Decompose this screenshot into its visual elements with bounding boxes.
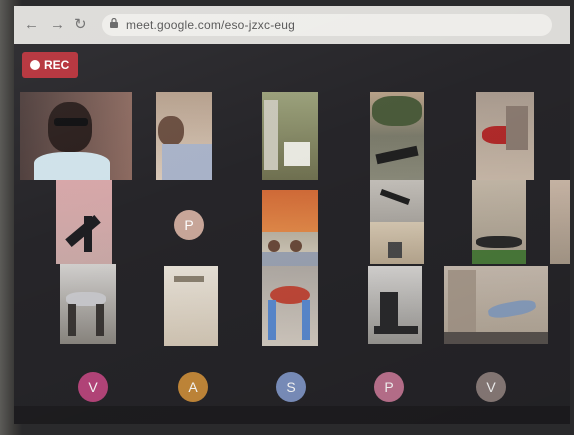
screen: ← → ↻ meet.google.com/eso-jzxc-eug REC P… bbox=[14, 6, 570, 424]
record-dot-icon bbox=[30, 60, 40, 70]
participant-video bbox=[476, 236, 522, 248]
record-label: REC bbox=[44, 58, 70, 72]
video-tile[interactable] bbox=[370, 180, 424, 222]
participant-video bbox=[302, 300, 310, 340]
participant-video bbox=[34, 152, 110, 180]
video-tile[interactable] bbox=[370, 222, 424, 264]
participant-avatar[interactable]: S bbox=[276, 372, 306, 402]
participant-video bbox=[380, 292, 398, 326]
lock-icon bbox=[110, 18, 118, 28]
participant-video bbox=[487, 297, 537, 321]
participant-video bbox=[472, 250, 526, 264]
participant-video bbox=[268, 240, 280, 252]
video-tile[interactable] bbox=[20, 92, 132, 180]
participant-video bbox=[268, 300, 276, 340]
participant-video bbox=[84, 216, 92, 252]
participant-video bbox=[375, 145, 419, 165]
participant-video bbox=[284, 142, 310, 166]
participant-video bbox=[444, 332, 548, 344]
video-tile[interactable] bbox=[262, 190, 318, 266]
browser-toolbar: ← → ↻ meet.google.com/eso-jzxc-eug bbox=[14, 6, 570, 44]
participant-video bbox=[65, 214, 101, 248]
arrow-right-icon[interactable]: → bbox=[50, 16, 65, 33]
video-tile[interactable] bbox=[472, 180, 526, 264]
video-tile[interactable] bbox=[60, 264, 116, 344]
participant-video bbox=[158, 116, 184, 146]
participant-video bbox=[162, 144, 212, 180]
participant-video bbox=[68, 304, 76, 336]
participant-avatar[interactable]: P bbox=[374, 372, 404, 402]
meet-stage: REC P V A S P V bbox=[14, 44, 570, 424]
participant-video bbox=[174, 276, 204, 282]
video-tile[interactable] bbox=[262, 266, 318, 346]
url-text[interactable]: meet.google.com/eso-jzxc-eug bbox=[126, 18, 295, 32]
video-tile[interactable] bbox=[156, 92, 212, 180]
video-tile[interactable] bbox=[370, 92, 424, 180]
participant-video bbox=[379, 189, 411, 205]
arrow-left-icon[interactable]: ← bbox=[24, 16, 39, 33]
video-tile[interactable] bbox=[476, 92, 534, 180]
reload-icon[interactable]: ↻ bbox=[74, 15, 87, 33]
participant-video bbox=[290, 240, 302, 252]
recording-badge[interactable]: REC bbox=[22, 52, 78, 78]
participant-video bbox=[264, 100, 278, 170]
participant-video bbox=[372, 96, 422, 126]
participant-video bbox=[48, 102, 92, 152]
participant-avatar[interactable]: V bbox=[476, 372, 506, 402]
participant-video bbox=[262, 252, 318, 266]
participant-avatar[interactable]: P bbox=[174, 210, 204, 240]
video-tile[interactable] bbox=[444, 266, 548, 344]
participant-video bbox=[96, 304, 104, 336]
video-tile[interactable] bbox=[164, 266, 218, 346]
participant-video bbox=[506, 106, 528, 150]
video-tile[interactable] bbox=[262, 92, 318, 180]
video-tile[interactable] bbox=[550, 180, 570, 264]
participant-video bbox=[374, 326, 418, 334]
participant-video bbox=[448, 270, 476, 334]
bottom-bar bbox=[14, 406, 570, 424]
video-tile[interactable] bbox=[56, 180, 112, 264]
participant-video bbox=[54, 118, 88, 126]
participant-video bbox=[388, 242, 402, 258]
participant-avatar[interactable]: A bbox=[178, 372, 208, 402]
participant-avatar[interactable]: V bbox=[78, 372, 108, 402]
video-tile[interactable] bbox=[368, 266, 422, 344]
